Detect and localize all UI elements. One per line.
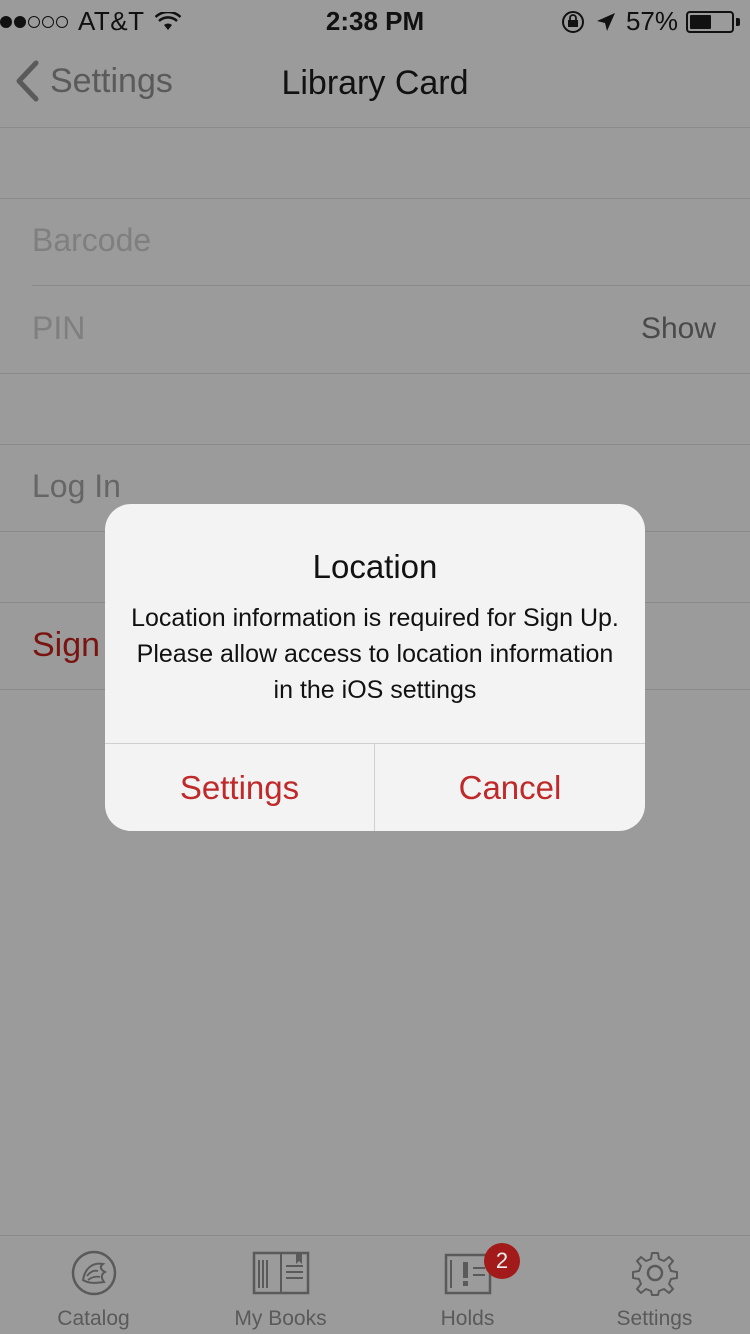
- signup-button[interactable]: Sign: [32, 626, 100, 665]
- section-divider: [0, 373, 750, 374]
- lion-icon: [71, 1250, 116, 1296]
- tab-holds[interactable]: 2 Holds: [374, 1236, 561, 1334]
- alert-settings-button[interactable]: Settings: [105, 744, 374, 831]
- login-button[interactable]: Log In: [32, 468, 121, 505]
- section-divider: [0, 198, 750, 199]
- tab-label: Settings: [616, 1307, 693, 1330]
- holds-badge: 2: [484, 1243, 520, 1279]
- alert-cancel-button[interactable]: Cancel: [375, 744, 645, 831]
- row-divider: [32, 285, 750, 286]
- tab-label: Catalog: [57, 1307, 130, 1330]
- pin-field[interactable]: PIN: [32, 310, 85, 347]
- section-divider: [0, 444, 750, 445]
- gear-icon: [631, 1252, 678, 1296]
- location-arrow-icon: [596, 12, 615, 31]
- alert-message: Location information is required for Sig…: [131, 604, 619, 704]
- tab-label: Holds: [440, 1307, 495, 1330]
- tab-my-books[interactable]: My Books: [187, 1236, 374, 1334]
- book-icon: [252, 1251, 309, 1295]
- navigation-bar: Settings Library Card: [0, 40, 750, 128]
- tab-bar: Catalog My Books 2 Holds Settings: [0, 1235, 750, 1334]
- tab-label: My Books: [234, 1307, 327, 1330]
- tab-catalog[interactable]: Catalog: [0, 1236, 187, 1334]
- status-bar: AT&T 2:38 PM 57%: [0, 0, 750, 40]
- show-pin-button[interactable]: Show: [641, 312, 716, 346]
- barcode-field[interactable]: Barcode: [32, 222, 151, 259]
- tab-settings[interactable]: Settings: [561, 1236, 748, 1334]
- battery-percent: 57%: [625, 6, 678, 36]
- alert-title: Location: [312, 548, 438, 585]
- page-title: Library Card: [281, 64, 469, 102]
- location-alert-dialog: Location Location information is require…: [105, 504, 645, 831]
- rotation-lock-icon: [561, 10, 584, 33]
- battery-icon: [686, 10, 734, 33]
